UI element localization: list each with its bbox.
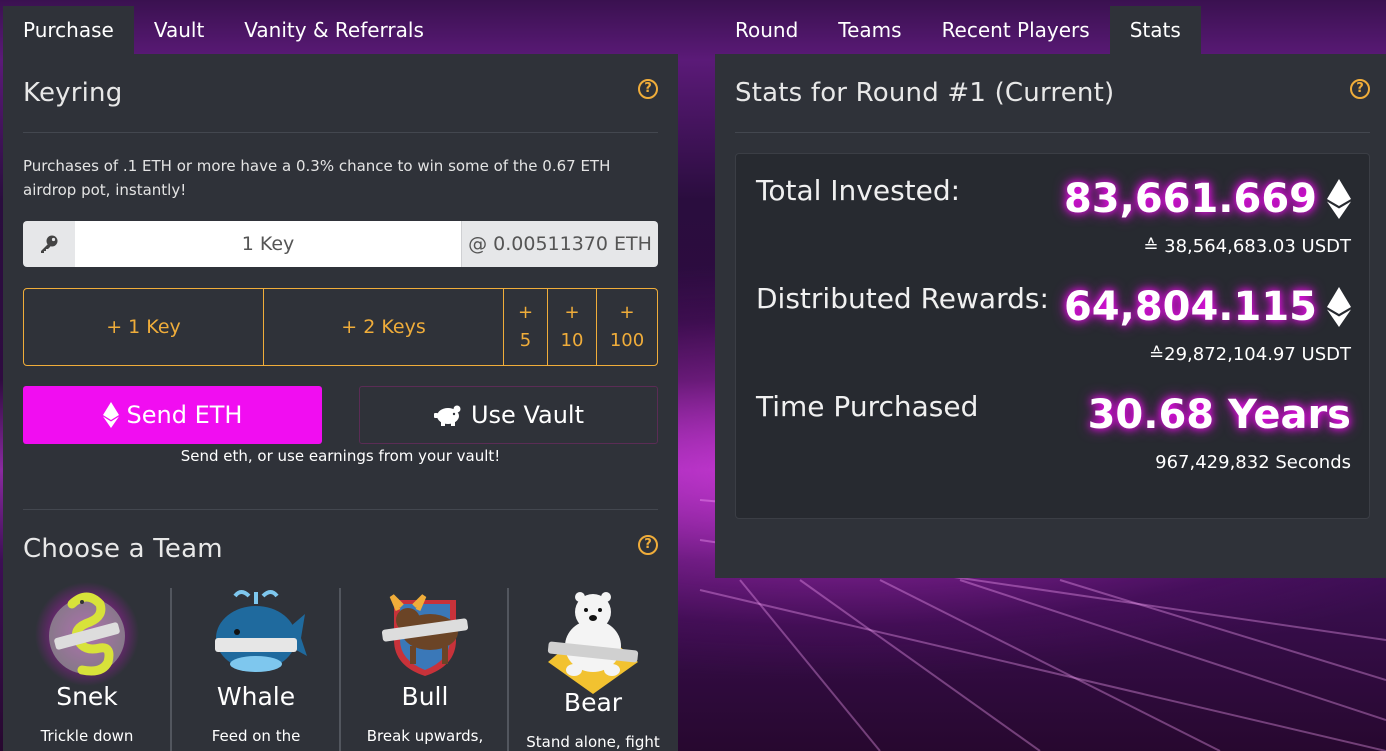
tab-teams[interactable]: Teams <box>818 6 921 54</box>
use-vault-button[interactable]: Use Vault <box>359 386 658 444</box>
tab-vault[interactable]: Vault <box>134 6 224 54</box>
total-invested-usdt: ≙ 38,564,683.03 USDT <box>1143 236 1351 257</box>
add-keys-group: + 1 Key + 2 Keys + 5 + 10 + 100 <box>23 288 658 366</box>
add-5-label: 5 <box>519 330 532 351</box>
bull-icon <box>381 594 469 676</box>
divider <box>23 509 658 510</box>
total-invested-amount: 83,661.669 <box>1063 176 1317 222</box>
tab-recent-players[interactable]: Recent Players <box>922 6 1110 54</box>
keyring-help-icon[interactable]: ? <box>638 79 658 99</box>
bear-icon <box>547 592 639 694</box>
key-icon <box>23 221 75 267</box>
stats-title: Stats for Round #1 (Current) <box>735 78 1115 108</box>
whale-icon <box>215 590 307 672</box>
add-5-keys-button[interactable]: + 5 <box>504 289 548 365</box>
team-name: Whale <box>216 682 296 711</box>
divider <box>23 132 658 133</box>
right-tabbar: Round Teams Recent Players Stats <box>715 6 1201 54</box>
add-100-label: 100 <box>609 330 645 351</box>
distributed-rewards-label: Distributed Rewards: <box>756 282 1049 315</box>
team-description: Feed on the <box>211 727 301 745</box>
ethereum-icon <box>1327 287 1351 327</box>
tab-stats[interactable]: Stats <box>1109 6 1201 54</box>
purchase-panel: Keyring ? Purchases of .1 ETH or more ha… <box>3 54 678 751</box>
team-description: Trickle down <box>40 727 134 745</box>
key-quantity-group: @ 0.00511370 ETH <box>23 221 658 267</box>
add-100-keys-button[interactable]: + 100 <box>597 289 657 365</box>
tab-vanity-referrals[interactable]: Vanity & Referrals <box>224 6 444 54</box>
airdrop-note: Purchases of .1 ETH or more have a 0.3% … <box>23 157 611 199</box>
team-description: Break upwards, <box>366 727 484 745</box>
keyring-title: Keyring <box>23 78 123 108</box>
divider <box>735 132 1370 133</box>
add-10-label: 10 <box>560 330 584 351</box>
team-description: Stand alone, fight <box>526 733 660 751</box>
send-eth-button[interactable]: Send ETH <box>23 386 322 444</box>
distributed-rewards-usdt: ≙29,872,104.97 USDT <box>1149 344 1351 365</box>
plus-sign: + <box>619 302 635 323</box>
choose-team-help-icon[interactable]: ? <box>638 535 658 555</box>
total-invested-label: Total Invested: <box>756 174 961 207</box>
plus-sign: + <box>564 302 580 323</box>
time-purchased-label: Time Purchased <box>756 390 979 423</box>
team-name: Snek <box>56 682 118 711</box>
add-10-keys-button[interactable]: + 10 <box>548 289 597 365</box>
send-caption: Send eth, or use earnings from your vaul… <box>180 447 501 465</box>
tab-round[interactable]: Round <box>715 6 818 54</box>
key-quantity-input[interactable] <box>75 221 461 267</box>
team-name: Bear <box>563 688 623 717</box>
stats-panel: Stats for Round #1 (Current) ? Total Inv… <box>715 54 1386 578</box>
add-1-key-button[interactable]: + 1 Key <box>24 289 264 365</box>
team-name: Bull <box>401 682 449 711</box>
choose-team-title: Choose a Team <box>23 534 223 564</box>
stats-help-icon[interactable]: ? <box>1350 79 1370 99</box>
ethereum-icon <box>1327 179 1351 219</box>
team-whale[interactable]: Whale Feed on the <box>172 584 340 751</box>
distributed-rewards-amount: 64,804.115 <box>1063 284 1317 330</box>
team-snek[interactable]: Snek Trickle down <box>3 582 171 751</box>
ethereum-icon <box>102 402 119 428</box>
piggy-bank-icon <box>433 405 461 426</box>
team-selector: Snek Trickle down Whale Feed on the Bull… <box>3 582 678 751</box>
round-stats-box: Total Invested: 83,661.669 ≙ 38,564,683.… <box>735 153 1370 519</box>
tab-purchase[interactable]: Purchase <box>3 6 134 54</box>
snek-icon <box>35 582 139 686</box>
time-purchased-value: 30.68 Years <box>1087 392 1351 438</box>
distributed-rewards-value: 64,804.115 <box>1064 284 1351 330</box>
plus-sign: + <box>517 302 534 323</box>
use-vault-label: Use Vault <box>470 401 584 429</box>
team-bear[interactable]: Bear Stand alone, fight <box>509 584 677 751</box>
time-purchased-seconds: 967,429,832 Seconds <box>1155 452 1351 473</box>
total-invested-value: 83,661.669 <box>1064 176 1351 222</box>
add-2-keys-button[interactable]: + 2 Keys <box>264 289 504 365</box>
send-eth-label: Send ETH <box>126 401 243 429</box>
left-tabbar: Purchase Vault Vanity & Referrals <box>3 6 444 54</box>
key-price: @ 0.00511370 ETH <box>461 221 658 267</box>
team-bull[interactable]: Bull Break upwards, <box>341 584 509 751</box>
